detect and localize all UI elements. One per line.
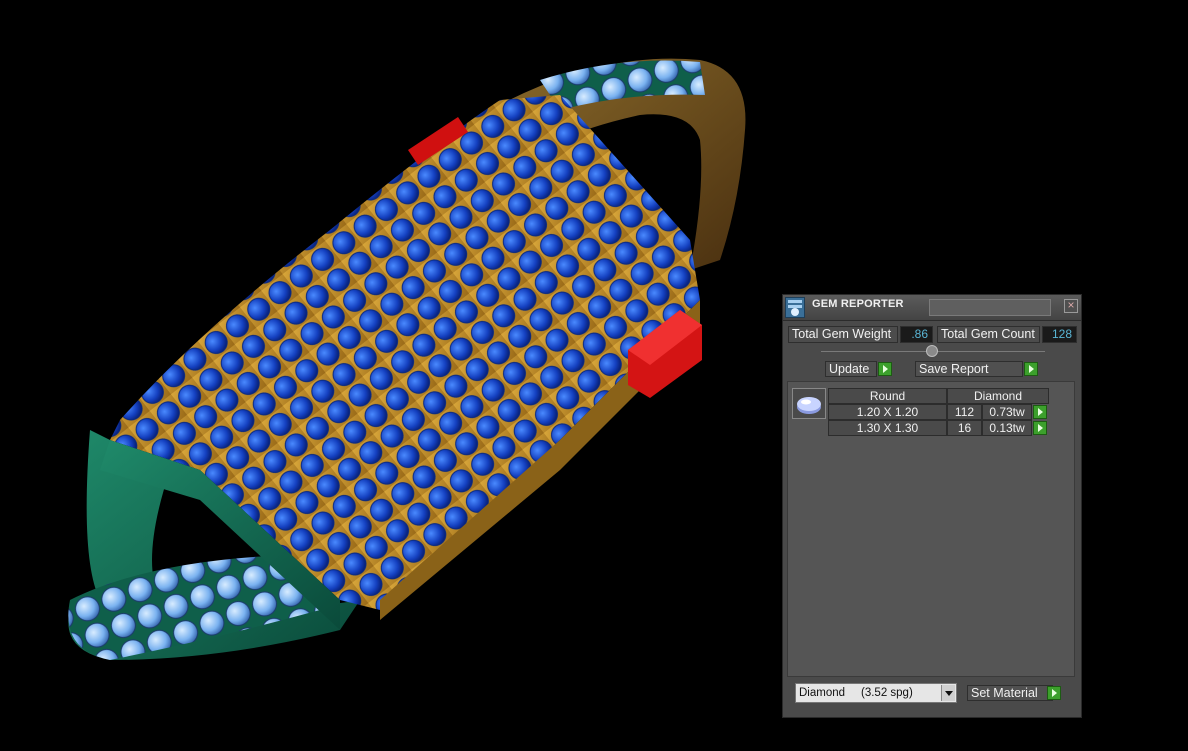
title-bar[interactable]: GEM REPORTER × xyxy=(783,295,1081,321)
chevron-down-icon[interactable] xyxy=(941,685,955,701)
title-bar-field xyxy=(929,299,1051,316)
header-shape: Round xyxy=(828,388,947,404)
save-report-button[interactable]: Save Report xyxy=(915,361,1023,377)
material-dropdown[interactable]: Diamond (3.52 spg) xyxy=(795,683,957,703)
update-go-icon[interactable] xyxy=(878,362,892,376)
row-2-count: 16 xyxy=(947,420,982,436)
row-1-count: 112 xyxy=(947,404,982,420)
gem-reporter-panel: GEM REPORTER × Total Gem Weight .86 Tota… xyxy=(782,294,1082,718)
row-1-size: 1.20 X 1.20 xyxy=(828,404,947,420)
material-value: Diamond (3.52 spg) xyxy=(799,687,913,699)
row-2-go-icon[interactable] xyxy=(1033,421,1047,435)
row-1-go-icon[interactable] xyxy=(1033,405,1047,419)
save-report-go-icon[interactable] xyxy=(1024,362,1038,376)
total-gem-count-value: 128 xyxy=(1042,326,1077,343)
header-material: Diamond xyxy=(947,388,1049,404)
total-gem-count-label: Total Gem Count xyxy=(937,326,1040,343)
row-1-weight: 0.73tw xyxy=(982,404,1032,420)
panel-title: GEM REPORTER xyxy=(812,298,904,310)
update-button[interactable]: Update xyxy=(825,361,877,377)
total-gem-weight-value: .86 xyxy=(900,326,933,343)
gem-reporter-app-icon xyxy=(785,297,805,318)
row-2-size: 1.30 X 1.30 xyxy=(828,420,947,436)
row-2-weight: 0.13tw xyxy=(982,420,1032,436)
round-diamond-icon[interactable] xyxy=(792,388,826,419)
close-icon[interactable]: × xyxy=(1064,299,1078,313)
pave-gems xyxy=(110,95,700,610)
set-material-go-icon[interactable] xyxy=(1047,686,1061,700)
slider-knob-icon[interactable] xyxy=(926,345,938,357)
total-gem-weight-label: Total Gem Weight xyxy=(788,326,898,343)
set-material-button[interactable]: Set Material xyxy=(967,685,1053,701)
